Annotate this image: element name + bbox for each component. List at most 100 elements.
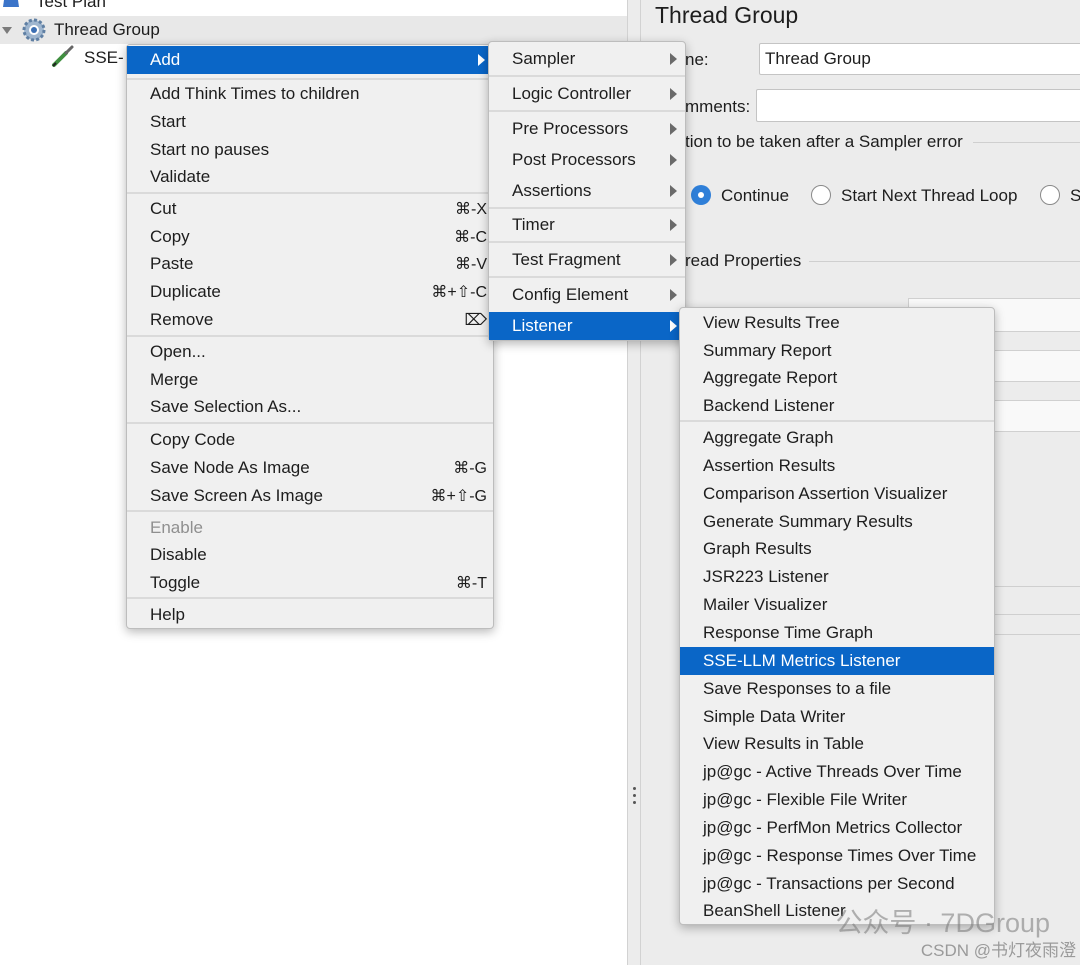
submenu-arrow-icon [670, 185, 677, 197]
menu-separator [489, 276, 685, 278]
menu-item-jsr223-listener[interactable]: JSR223 Listener [680, 563, 994, 591]
menu-item-label: Help [150, 605, 185, 624]
menu-item-comparison-assertion-visualizer[interactable]: Comparison Assertion Visualizer [680, 480, 994, 508]
menu-item-label: View Results Tree [703, 313, 840, 332]
menu-item-save-screen-as-image[interactable]: Save Screen As Image ⌘+⇧-G [127, 482, 493, 510]
menu-item-listener[interactable]: Listener [489, 312, 685, 340]
menu-item-label: jp@gc - Flexible File Writer [703, 790, 907, 810]
menu-item-validate[interactable]: Validate [127, 163, 493, 191]
radio-continue[interactable] [691, 185, 711, 205]
tree-item-label: Thread Group [54, 20, 160, 39]
menu-item-sampler[interactable]: Sampler [489, 45, 685, 73]
menu-item-config-element[interactable]: Config Element [489, 281, 685, 309]
menu-item-cut[interactable]: Cut ⌘-X [127, 195, 493, 223]
menu-item-label: Assertion Results [703, 455, 836, 475]
menu-item-copy-code[interactable]: Copy Code [127, 426, 493, 454]
menu-item-label: Sampler [512, 49, 576, 68]
group-separator [993, 634, 1080, 635]
menu-item-merge[interactable]: Merge [127, 366, 493, 394]
comments-field[interactable] [756, 89, 1080, 122]
menu-item-timer[interactable]: Timer [489, 211, 685, 239]
menu-item-assertions[interactable]: Assertions [489, 177, 685, 205]
menu-item-label: Start no pauses [150, 140, 270, 159]
menu-item-enable: Enable [127, 514, 493, 542]
grip-dot [633, 794, 636, 797]
name-field[interactable]: Thread Group [759, 43, 1080, 75]
menu-item-assertion-results[interactable]: Assertion Results [680, 452, 994, 480]
loop-count-field[interactable] [991, 400, 1080, 432]
menu-item-label: View Results in Table [703, 734, 864, 754]
menu-item-label: Disable [150, 545, 207, 564]
menu-item-graph-results[interactable]: Graph Results [680, 535, 994, 563]
ramp-up-field[interactable] [991, 350, 1080, 382]
menu-item-view-results-tree[interactable]: View Results Tree [680, 309, 994, 337]
menu-item-label: Response Time Graph [703, 622, 874, 642]
radio-start-next-loop[interactable] [811, 185, 831, 205]
shortcut-label: ⌘+⇧-G [430, 488, 487, 505]
tree-item-test-plan[interactable]: Test Plan [0, 0, 627, 16]
menu-item-label: SSE-LLM Metrics Listener [703, 650, 901, 670]
menu-item-mailer-visualizer[interactable]: Mailer Visualizer [680, 591, 994, 619]
radio-stop-thread[interactable] [1040, 185, 1060, 205]
menu-item-save-node-as-image[interactable]: Save Node As Image ⌘-G [127, 454, 493, 482]
menu-item-label: Backend Listener [703, 396, 835, 416]
menu-item-label: JSR223 Listener [703, 567, 829, 587]
menu-item-label: Duplicate [150, 282, 221, 301]
menu-item-aggregate-report[interactable]: Aggregate Report [680, 364, 994, 392]
menu-item-save-responses-to-a-file[interactable]: Save Responses to a file [680, 675, 994, 703]
menu-item-toggle[interactable]: Toggle ⌘-T [127, 569, 493, 597]
submenu-arrow-icon [670, 219, 677, 231]
menu-item-generate-summary-results[interactable]: Generate Summary Results [680, 508, 994, 536]
group-separator [993, 614, 1080, 615]
menu-item-remove[interactable]: Remove ⌦ [127, 306, 493, 334]
menu-item-jp-gc-transactions-per-second[interactable]: jp@gc - Transactions per Second [680, 870, 994, 898]
watermark-text: 公众号 · 7DGroup [835, 908, 1050, 938]
group-separator [993, 586, 1080, 587]
menu-item-test-fragment[interactable]: Test Fragment [489, 246, 685, 274]
grip-dot [633, 801, 636, 804]
menu-item-disable[interactable]: Disable [127, 541, 493, 569]
menu-item-backend-listener[interactable]: Backend Listener [680, 392, 994, 420]
menu-item-jp-gc-active-threads-over-time[interactable]: jp@gc - Active Threads Over Time [680, 758, 994, 786]
submenu-arrow-icon [670, 320, 677, 332]
menu-item-aggregate-graph[interactable]: Aggregate Graph [680, 424, 994, 452]
menu-item-label: Copy Code [150, 430, 236, 449]
menu-item-start[interactable]: Start [127, 108, 493, 136]
menu-item-jp-gc-response-times-over-time[interactable]: jp@gc - Response Times Over Time [680, 842, 994, 870]
menu-item-add-think-times[interactable]: Add Think Times to children [127, 80, 493, 108]
menu-item-label: Add [150, 50, 181, 69]
expand-triangle-icon[interactable] [2, 26, 12, 34]
menu-item-post-processors[interactable]: Post Processors [489, 146, 685, 174]
radio-continue-label: Continue [721, 186, 790, 205]
menu-item-label: Cut [150, 199, 177, 218]
delete-key-icon: ⌦ [464, 312, 487, 329]
menu-item-summary-report[interactable]: Summary Report [680, 337, 994, 365]
menu-item-save-selection-as[interactable]: Save Selection As... [127, 393, 493, 421]
tree-item-thread-group[interactable]: Thread Group [0, 16, 627, 44]
menu-item-duplicate[interactable]: Duplicate ⌘+⇧-C [127, 278, 493, 306]
menu-item-help[interactable]: Help [127, 601, 493, 629]
menu-item-response-time-graph[interactable]: Response Time Graph [680, 619, 994, 647]
menu-item-view-results-in-table[interactable]: View Results in Table [680, 730, 994, 758]
submenu-arrow-icon [670, 123, 677, 135]
menu-item-label: Remove [150, 310, 214, 329]
menu-item-label: Timer [512, 215, 555, 234]
menu-item-add[interactable]: Add [127, 46, 493, 74]
menu-item-pre-processors[interactable]: Pre Processors [489, 115, 685, 143]
pipette-icon [50, 43, 76, 74]
menu-item-label: Validate [150, 167, 211, 186]
menu-item-sse-llm-metrics-listener[interactable]: SSE-LLM Metrics Listener [680, 646, 994, 675]
menu-item-simple-data-writer[interactable]: Simple Data Writer [680, 703, 994, 731]
menu-item-copy[interactable]: Copy ⌘-C [127, 223, 493, 251]
menu-item-label: Aggregate Report [703, 368, 838, 388]
menu-item-start-no-pauses[interactable]: Start no pauses [127, 136, 493, 164]
menu-item-paste[interactable]: Paste ⌘-V [127, 250, 493, 278]
menu-separator [680, 420, 994, 422]
menu-item-logic-controller[interactable]: Logic Controller [489, 80, 685, 108]
menu-item-open[interactable]: Open... [127, 338, 493, 366]
menu-item-label: Comparison Assertion Visualizer [703, 483, 948, 503]
radio-stop-thread-label: S [1070, 186, 1080, 205]
shortcut-label: ⌘+⇧-C [431, 284, 487, 301]
menu-item-jp-gc-perfmon-metrics-collector[interactable]: jp@gc - PerfMon Metrics Collector [680, 814, 994, 842]
menu-item-jp-gc-flexible-file-writer[interactable]: jp@gc - Flexible File Writer [680, 786, 994, 814]
